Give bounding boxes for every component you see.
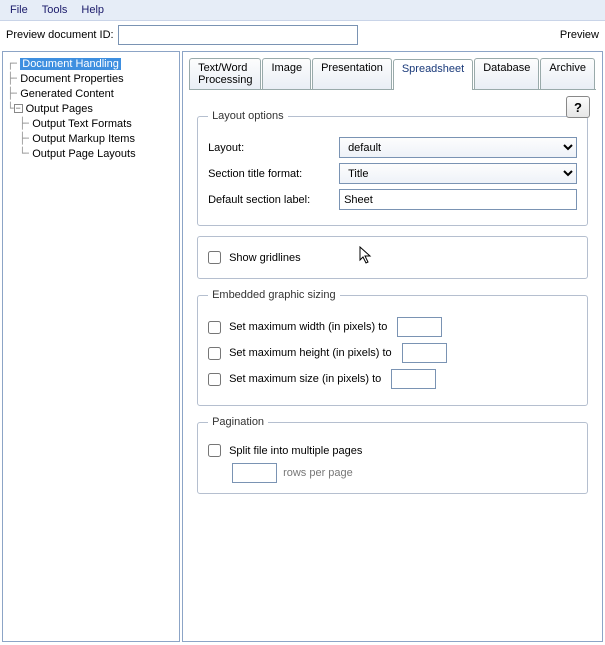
section-title-select[interactable]: Title	[339, 163, 577, 184]
tab-archive[interactable]: Archive	[540, 58, 595, 89]
max-size-checkbox[interactable]	[208, 373, 221, 386]
max-height-input[interactable]	[402, 343, 447, 363]
tab-spreadsheet[interactable]: Spreadsheet	[393, 59, 473, 90]
max-height-label: Set maximum height (in pixels) to	[229, 347, 392, 359]
preview-id-label: Preview document ID:	[6, 29, 114, 41]
layout-options-group: Layout options Layout: default Section t…	[197, 110, 588, 226]
tree-document-handling[interactable]: ┌╴Document Handling	[5, 56, 177, 71]
graphic-sizing-legend: Embedded graphic sizing	[208, 289, 340, 301]
show-gridlines-label: Show gridlines	[229, 252, 301, 264]
tree-output-page-layouts[interactable]: └╴Output Page Layouts	[5, 146, 177, 161]
tab-bar: Text/Word Processing Image Presentation …	[189, 58, 596, 90]
collapse-icon[interactable]: −	[14, 104, 23, 113]
max-size-input[interactable]	[391, 369, 436, 389]
tree-output-pages[interactable]: └−Output Pages	[5, 101, 177, 116]
tab-image[interactable]: Image	[262, 58, 311, 89]
gridlines-group: Show gridlines	[197, 236, 588, 279]
max-height-checkbox[interactable]	[208, 347, 221, 360]
show-gridlines-checkbox[interactable]	[208, 251, 221, 264]
default-section-input[interactable]	[339, 189, 577, 210]
tree-document-properties[interactable]: ├╴Document Properties	[5, 71, 177, 86]
section-title-label: Section title format:	[208, 168, 333, 180]
tab-database[interactable]: Database	[474, 58, 539, 89]
pagination-group: Pagination Split file into multiple page…	[197, 416, 588, 494]
rows-per-page-suffix: rows per page	[283, 467, 353, 479]
default-section-label: Default section label:	[208, 194, 333, 206]
layout-select[interactable]: default	[339, 137, 577, 158]
nav-tree: ┌╴Document Handling ├╴Document Propertie…	[2, 51, 180, 642]
max-width-label: Set maximum width (in pixels) to	[229, 321, 387, 333]
preview-id-input[interactable]	[118, 25, 358, 45]
pagination-legend: Pagination	[208, 416, 268, 428]
tree-output-markup-items[interactable]: ├╴Output Markup Items	[5, 131, 177, 146]
menu-tools[interactable]: Tools	[36, 2, 74, 18]
tab-presentation[interactable]: Presentation	[312, 58, 392, 89]
rows-per-page-input[interactable]	[232, 463, 277, 483]
split-file-label: Split file into multiple pages	[229, 445, 362, 457]
max-width-input[interactable]	[397, 317, 442, 337]
preview-button[interactable]: Preview	[560, 29, 599, 41]
help-button[interactable]: ?	[566, 96, 590, 118]
content-panel: Text/Word Processing Image Presentation …	[182, 51, 603, 642]
max-size-label: Set maximum size (in pixels) to	[229, 373, 381, 385]
max-width-checkbox[interactable]	[208, 321, 221, 334]
split-file-checkbox[interactable]	[208, 444, 221, 457]
tab-text-word[interactable]: Text/Word Processing	[189, 58, 261, 89]
layout-label: Layout:	[208, 142, 333, 154]
menu-bar: File Tools Help	[0, 0, 605, 21]
graphic-sizing-group: Embedded graphic sizing Set maximum widt…	[197, 289, 588, 406]
preview-bar: Preview document ID: Preview	[0, 21, 605, 49]
tree-generated-content[interactable]: ├╴Generated Content	[5, 86, 177, 101]
layout-options-legend: Layout options	[208, 110, 288, 122]
tree-output-text-formats[interactable]: ├╴Output Text Formats	[5, 116, 177, 131]
menu-file[interactable]: File	[4, 2, 34, 18]
menu-help[interactable]: Help	[75, 2, 110, 18]
